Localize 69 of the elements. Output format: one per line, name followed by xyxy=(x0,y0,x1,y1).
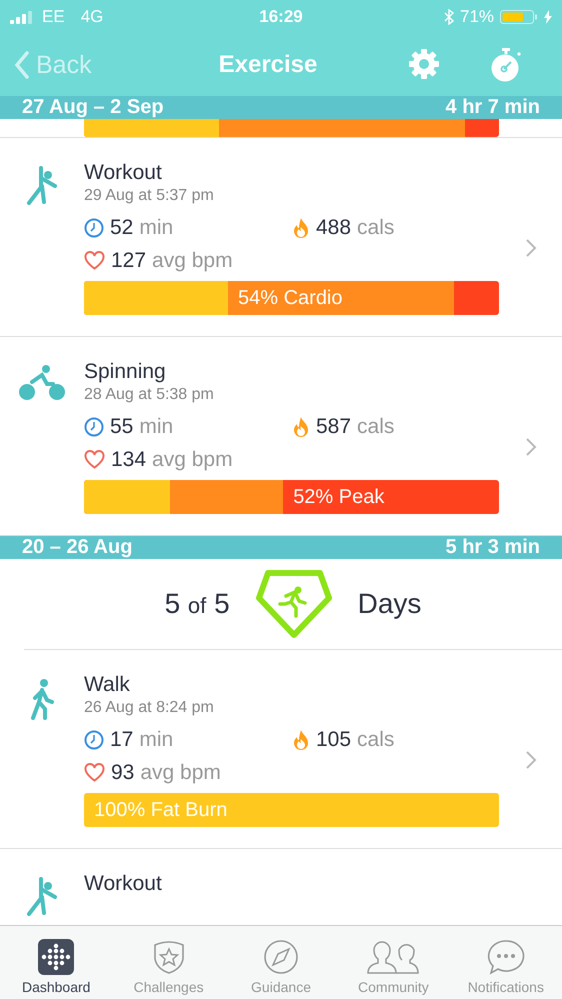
signal-icon xyxy=(10,10,34,24)
activity-row[interactable]: Workout 29 Aug at 5:37 pm 52 min 488 cals 127 avg bpm 54% Cardio xyxy=(0,138,562,337)
week-total: 4 hr 7 min xyxy=(446,96,540,119)
settings-button[interactable] xyxy=(408,48,440,82)
heart-rate-unit: avg bpm xyxy=(152,248,233,272)
week-total: 5 hr 3 min xyxy=(446,536,540,559)
network-type: 4G xyxy=(80,7,104,27)
flame-icon xyxy=(292,216,310,238)
activity-name: Spinning xyxy=(84,359,167,385)
stretching-figure-icon xyxy=(24,877,60,919)
battery-percent: 71% xyxy=(460,7,494,27)
week-range: 27 Aug – 2 Sep xyxy=(22,96,164,119)
calories-value: 488 xyxy=(316,216,352,240)
goal-unit: Days xyxy=(358,588,422,620)
calories-unit: cals xyxy=(357,728,394,752)
stretching-figure-icon xyxy=(24,166,60,208)
week-range: 20 – 26 Aug xyxy=(22,536,132,559)
duration-unit: min xyxy=(139,728,174,752)
chevron-left-icon xyxy=(14,51,30,79)
activity-time: 28 Aug at 5:38 pm xyxy=(84,385,215,405)
zone-label: 52% Peak xyxy=(292,484,384,510)
clock-icon xyxy=(84,218,104,238)
duration-unit: min xyxy=(139,414,174,438)
heart-rate-value: 93 xyxy=(111,760,134,784)
activity-name: Walk xyxy=(84,672,131,698)
activity-row[interactable]: Walk 26 Aug at 8:24 pm 17 min 105 cals 93 avg bpm 100% Fat Burn xyxy=(0,650,562,849)
carrier-name: EE xyxy=(42,7,65,27)
duration-value: 52 xyxy=(110,216,134,240)
heart-rate-value: 127 xyxy=(111,248,146,272)
zone-label: 100% Fat Burn xyxy=(93,798,228,822)
compass-icon xyxy=(263,939,300,975)
heart-rate-unit: avg bpm xyxy=(140,760,221,784)
duration-unit: min xyxy=(139,216,174,240)
heart-icon xyxy=(84,450,105,469)
duration-value: 17 xyxy=(110,728,134,752)
cyclist-icon xyxy=(18,365,66,401)
activity-name: Workout xyxy=(84,160,163,186)
flame-icon xyxy=(292,416,310,438)
charging-bolt-icon xyxy=(544,10,552,24)
activity-time: 26 Aug at 8:24 pm xyxy=(84,698,215,718)
battery-icon xyxy=(500,10,538,24)
clock-icon xyxy=(84,416,104,436)
activity-time: 29 Aug at 5:37 pm xyxy=(84,186,215,206)
heart-rate-value: 134 xyxy=(111,448,146,472)
heart-rate-unit: avg bpm xyxy=(152,448,233,472)
heart-icon xyxy=(84,251,105,270)
duration-value: 55 xyxy=(110,414,134,438)
calories-unit: cals xyxy=(357,216,394,240)
chevron-right-icon xyxy=(524,750,536,770)
activity-row[interactable]: Spinning 28 Aug at 5:38 pm 55 min 587 cals 134 avg bpm 52% Peak xyxy=(0,337,562,536)
stopwatch-button[interactable] xyxy=(490,48,522,82)
screen-title: Exercise xyxy=(218,51,318,79)
calories-value: 105 xyxy=(316,728,352,752)
runner-badge-icon xyxy=(256,569,332,639)
calories-unit: cals xyxy=(357,414,394,438)
chevron-right-icon xyxy=(524,238,536,258)
activity-name: Workout xyxy=(84,871,163,897)
bluetooth-icon xyxy=(444,9,454,25)
calories-value: 587 xyxy=(316,414,352,438)
zone-label: 54% Cardio xyxy=(237,286,343,310)
heart-icon xyxy=(84,763,105,782)
status-time: 16:29 xyxy=(259,7,303,27)
tab-bar-item[interactable]: Dashboard xyxy=(0,926,112,999)
dots-logo-icon xyxy=(38,939,74,975)
people-icon xyxy=(366,939,420,975)
clock-icon xyxy=(84,730,104,750)
flame-icon xyxy=(292,728,310,750)
speech-bubble-icon xyxy=(486,939,525,975)
chevron-right-icon xyxy=(524,436,536,456)
